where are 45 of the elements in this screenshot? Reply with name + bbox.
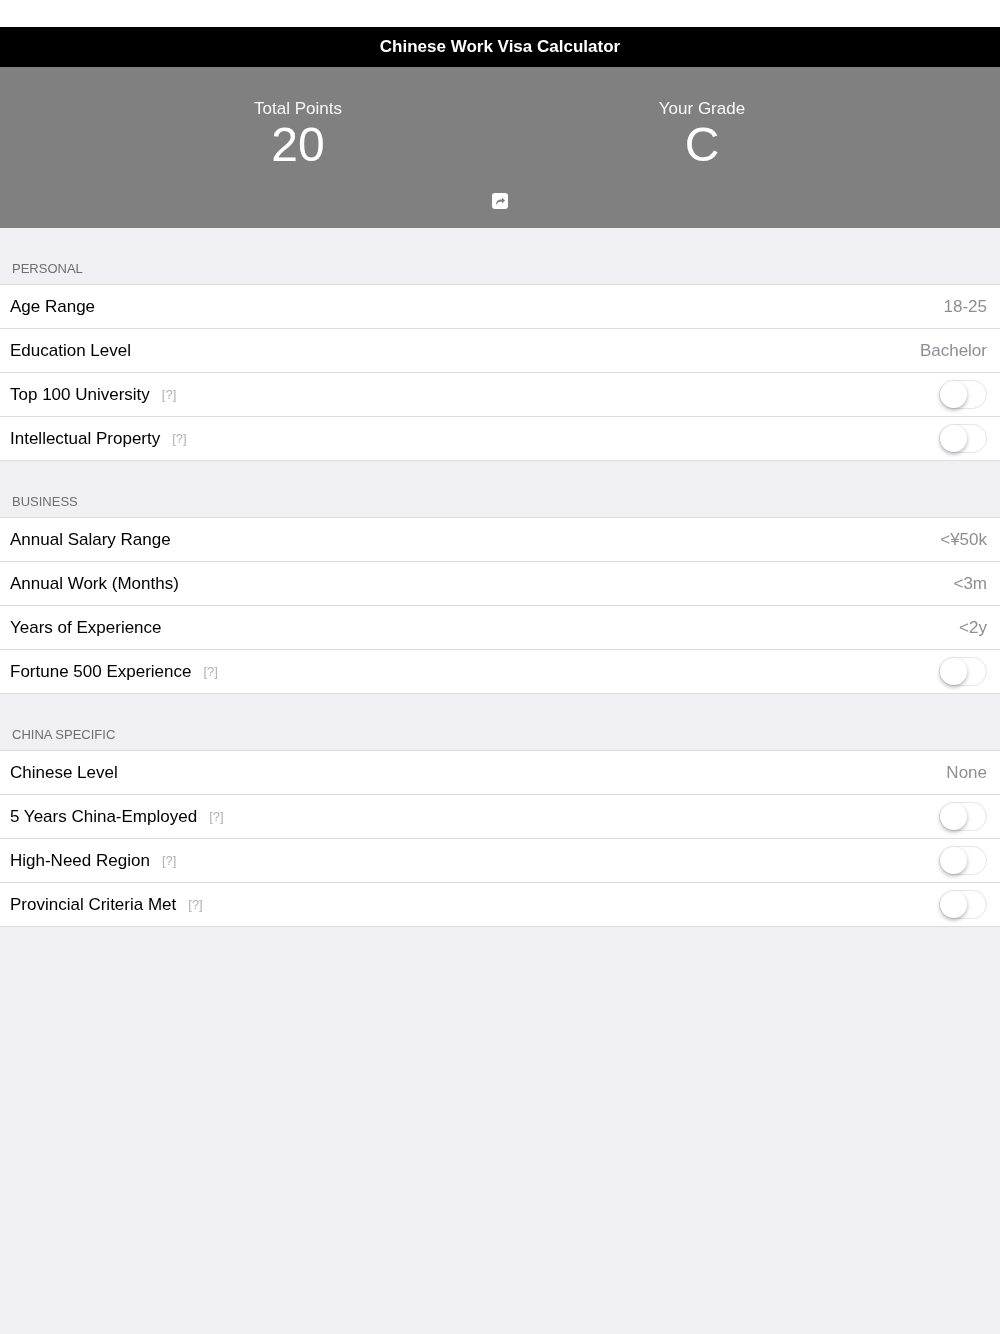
row-label: Fortune 500 Experience (10, 661, 192, 682)
row-label: Intellectual Property (10, 428, 161, 449)
list-row[interactable]: 5 Years China-Employed [?] (0, 794, 1000, 838)
list-row[interactable]: Annual Work (Months) <3m (0, 561, 1000, 605)
list-row[interactable]: Intellectual Property [?] (0, 416, 1000, 460)
toggle-switch[interactable] (939, 380, 987, 409)
row-label: Age Range (10, 296, 96, 317)
row-value: 18-25 (943, 296, 987, 317)
row-value: None (946, 762, 987, 783)
section-header: CHINA SPECIFIC (12, 727, 116, 742)
list-row[interactable]: Years of Experience <2y (0, 605, 1000, 649)
list-row[interactable]: Fortune 500 Experience [?] (0, 649, 1000, 693)
row-label: 5 Years China-Employed (10, 806, 198, 827)
list-row[interactable]: Provincial Criteria Met [?] (0, 882, 1000, 926)
row-label: Annual Salary Range (10, 529, 171, 550)
toggle-switch[interactable] (939, 424, 987, 453)
row-label: Chinese Level (10, 762, 118, 783)
section-header: PERSONAL (12, 261, 83, 276)
list-row[interactable]: Age Range 18-25 (0, 285, 1000, 328)
toggle-switch[interactable] (939, 846, 987, 875)
row-value: Bachelor (919, 340, 987, 361)
share-icon[interactable] (492, 193, 508, 209)
row-label: High-Need Region (10, 850, 150, 871)
row-value: <¥50k (940, 529, 987, 550)
stat-value: C (684, 119, 720, 171)
row-value: <3m (953, 573, 987, 594)
nav-title: Chinese Work Visa Calculator (379, 37, 621, 57)
row-label: Years of Experience (10, 617, 162, 638)
stat-label: Your Grade (658, 99, 746, 119)
list-row[interactable]: Annual Salary Range <¥50k (0, 518, 1000, 561)
stat-label: Total Points (254, 99, 342, 119)
row-label: Top 100 University (10, 384, 150, 405)
list-row[interactable]: Education Level Bachelor (0, 328, 1000, 372)
row-label: Provincial Criteria Met (10, 894, 177, 915)
toggle-switch[interactable] (939, 802, 987, 831)
row-value: <2y (959, 617, 987, 638)
section-header: BUSINESS (12, 494, 78, 509)
list-row[interactable]: Top 100 University [?] (0, 372, 1000, 416)
row-label: Education Level (10, 340, 131, 361)
row-label: Annual Work (Months) (10, 573, 179, 594)
stat-value: 20 (271, 119, 325, 171)
list-row[interactable]: High-Need Region [?] (0, 838, 1000, 882)
list-row[interactable]: Chinese Level None (0, 751, 1000, 794)
toggle-switch[interactable] (939, 657, 987, 686)
toggle-switch[interactable] (939, 890, 987, 919)
